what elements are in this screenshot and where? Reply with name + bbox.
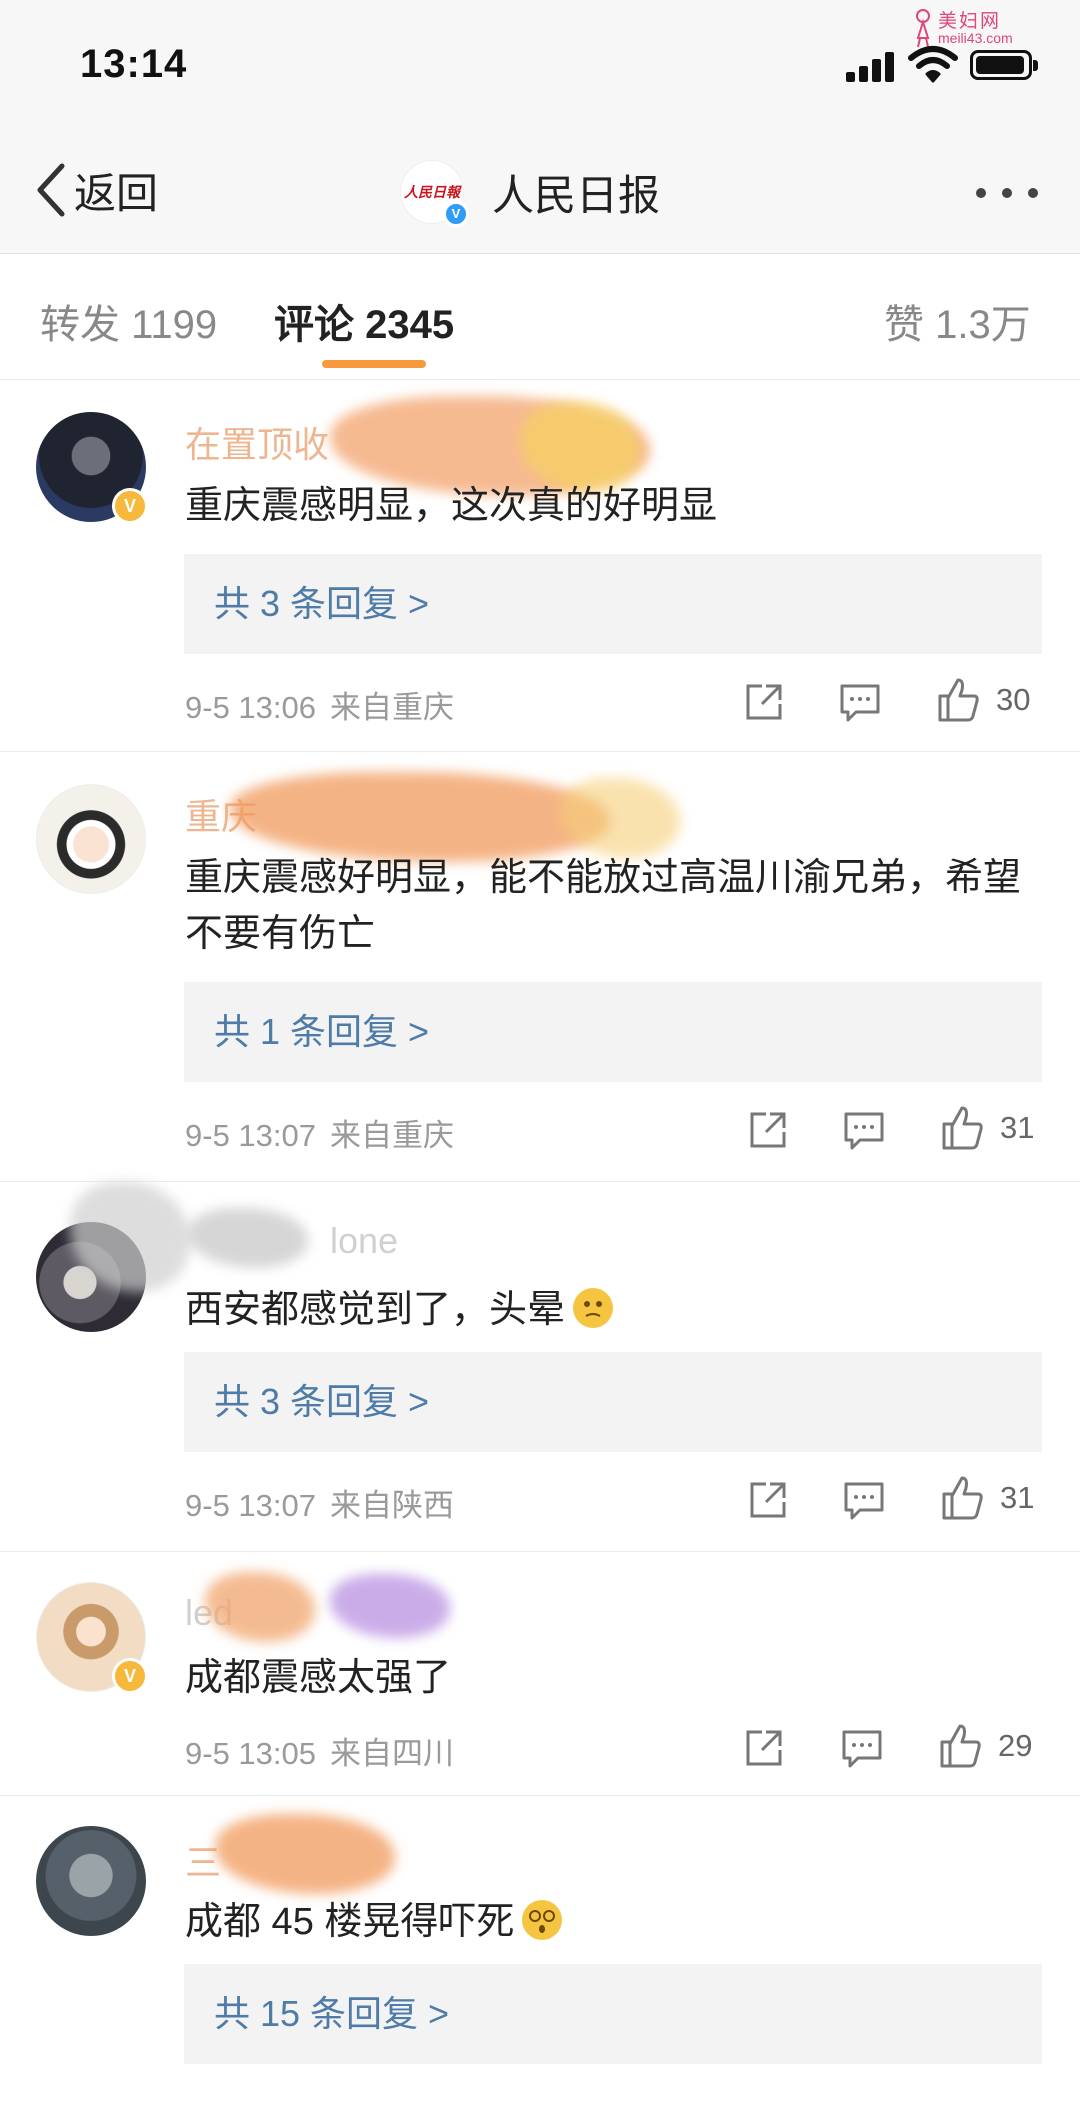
verified-gold-icon: V [112,1658,148,1694]
replies-link[interactable]: 共 1 条回复 > [184,982,1042,1082]
share-icon[interactable] [740,678,788,726]
replies-link[interactable]: 共 3 条回复 > [184,554,1042,654]
comment-source: 来自重庆 [330,1118,454,1153]
share-icon[interactable] [740,1724,788,1772]
dizzy-emoji-icon [573,1288,614,1328]
replies-link[interactable]: 共 15 条回复 > [184,1964,1042,2064]
verified-blue-icon: V [443,201,469,227]
comment-item: V 在置顶收 重庆震感明显，这次真的好明显 共 3 条回复 > 9-5 13:0… [0,380,1080,752]
status-time: 13:14 [80,42,188,86]
like-count: 31 [1000,1480,1035,1515]
comment-item: 重庆 重庆震感好明显，能不能放过高温川渝兄弟，希望不要有伤亡 共 1 条回复 >… [0,752,1080,1182]
status-bar: 13:14 美妇网 meili43.com [0,0,1080,130]
like-icon[interactable] [934,676,982,724]
tab-reposts[interactable]: 转发 1199 [40,292,217,350]
watermark-text: 美妇网 [938,10,1002,32]
like-icon[interactable] [936,1722,984,1770]
back-chevron-icon [37,163,65,217]
comment-source: 来自重庆 [330,690,454,725]
comment-text-body: 西安都感觉到了，头晕 [185,1289,566,1331]
redaction-blob [188,1208,308,1268]
comment-icon[interactable] [840,1476,888,1524]
tab-likes[interactable]: 赞 1.3万 [884,292,1031,350]
battery-level [976,56,1024,74]
wifi-icon [908,46,958,83]
redaction-blob [330,1574,450,1638]
comment-item: 三 成都 45 楼晃得吓死 共 15 条回复 > [0,1796,1080,2115]
like-count: 31 [1000,1110,1035,1145]
comment-date: 9-5 13:07 [185,1118,316,1153]
back-label: 返回 [74,169,159,217]
comment-date: 9-5 13:07 [185,1488,316,1523]
tab-bar: 转发 1199 评论 2345 赞 1.3万 [0,254,1080,380]
account-avatar-logo: 人民日報 [404,185,460,201]
back-button[interactable]: 返回 [34,160,158,220]
avatar[interactable]: V [36,1582,148,1694]
comment-icon[interactable] [838,1724,886,1772]
comment-meta: 9-5 13:05 来自四川 [185,1728,454,1773]
username[interactable]: lone [330,1220,398,1262]
nav-account[interactable]: 人民日報 V 人民日报 [400,160,661,227]
tab-comments[interactable]: 评论 2345 [274,292,454,350]
avatar[interactable] [36,784,146,894]
comment-item: lone 西安都感觉到了，头晕 共 3 条回复 > 9-5 13:07 来自陕西 … [0,1182,1080,1552]
share-icon[interactable] [744,1106,792,1154]
verified-gold-icon: V [112,488,148,524]
replies-link[interactable]: 共 3 条回复 > [184,1352,1042,1452]
battery-icon [970,50,1038,80]
redaction-blob [230,772,610,862]
comment-meta: 9-5 13:07 来自重庆 [185,1110,454,1155]
comment-text: 成都震感太强了 [185,1657,452,1699]
watermark-logo-icon [916,9,930,48]
like-icon[interactable] [938,1474,986,1522]
share-icon[interactable] [744,1476,792,1524]
comment-text: 西安都感觉到了，头晕 [185,1282,1045,1338]
like-icon[interactable] [938,1104,986,1152]
comment-text: 成都 45 楼晃得吓死 [185,1894,1045,1950]
avatar[interactable] [36,1826,146,1936]
comment-item: V led 成都震感太强了 9-5 13:05来自四川 29 [0,1552,1080,1796]
account-avatar: 人民日報 V [400,160,469,227]
page-title: 人民日报 [492,171,661,219]
comment-meta: 9-5 13:06 来自重庆 [185,682,454,727]
comment-source: 来自四川 [330,1736,454,1771]
username[interactable]: 在置顶收 [185,416,329,468]
comment-text: 重庆震感好明显，能不能放过高温川渝兄弟，希望不要有伤亡 [185,857,1022,955]
comment-text-body: 成都 45 楼晃得吓死 [185,1901,515,1943]
signal-icon [846,52,896,82]
nav-bar: 返回 人民日報 V 人民日报 [0,130,1080,254]
comment-icon[interactable] [836,678,884,726]
active-tab-indicator [322,360,426,368]
comment-meta: 9-5 13:07 来自陕西 [185,1480,454,1525]
avatar[interactable]: V [36,412,148,524]
comment-date: 9-5 13:05 [185,1736,316,1771]
more-icon[interactable] [972,182,1042,202]
like-count: 30 [996,682,1031,717]
comment-date: 9-5 13:06 [185,690,316,725]
comment-icon[interactable] [840,1106,888,1154]
redaction-blob [215,1814,395,1894]
comment-source: 来自陕西 [330,1488,454,1523]
like-count: 29 [998,1728,1033,1763]
comment-text: 重庆震感明显，这次真的好明显 [185,485,718,527]
shocked-emoji-icon [522,1900,563,1940]
